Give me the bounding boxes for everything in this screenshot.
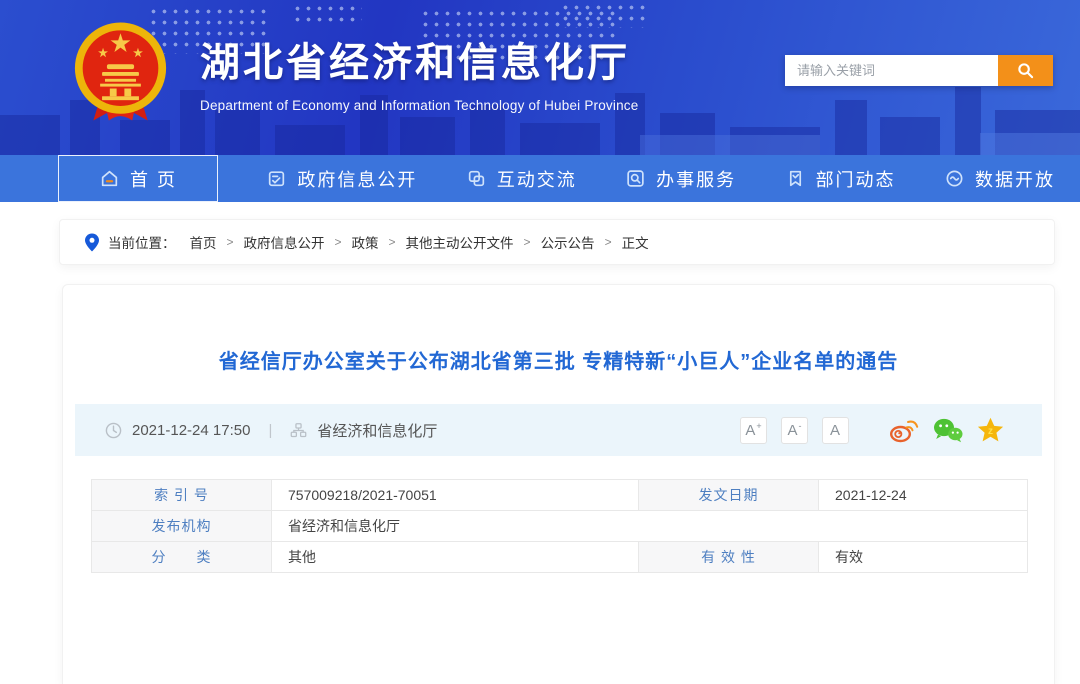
breadcrumb-item-announcements[interactable]: 公示公告 [541, 232, 595, 252]
meta-divider: | [268, 422, 272, 439]
font-size-reset-button[interactable]: A [822, 417, 849, 444]
bookmark-icon [785, 168, 806, 189]
nav-item-services[interactable]: 办事服务 [625, 155, 736, 202]
clock-icon [105, 422, 122, 439]
svg-text:z: z [988, 426, 993, 437]
article-title: 省经信厅办公室关于公布湖北省第三批 专精特新“小巨人”企业名单的通告 [63, 345, 1054, 374]
national-emblem [72, 21, 169, 125]
chat-icon [466, 168, 487, 189]
site-header: 湖北省经济和信息化厅 Department of Economy and Inf… [0, 0, 1080, 155]
search-button[interactable] [998, 55, 1053, 86]
breadcrumb-item-home[interactable]: 首页 [190, 232, 217, 252]
font-size-increase-button[interactable]: A+ [740, 417, 767, 444]
breadcrumb: 当前位置： 首页 > 政府信息公开 > 政策 > 其他主动公开文件 > 公示公告… [59, 219, 1055, 265]
location-pin-icon [85, 233, 99, 252]
article-card: 省经信厅办公室关于公布湖北省第三批 专精特新“小巨人”企业名单的通告 2021-… [62, 284, 1055, 684]
site-title: 湖北省经济和信息化厅 [200, 30, 638, 88]
document-icon [266, 168, 287, 189]
dot-map-decoration [560, 2, 650, 28]
breadcrumb-separator: > [335, 235, 342, 249]
nav-item-home[interactable]: 首 页 [58, 155, 218, 202]
table-row: 索 引 号 757009218/2021-70051 发文日期 2021-12-… [92, 480, 1028, 511]
qzone-share-icon[interactable]: z [977, 417, 1004, 443]
category-label: 分 类 [92, 542, 272, 573]
nav-item-gov-info[interactable]: 政府信息公开 [266, 155, 417, 202]
nav-label: 政府信息公开 [297, 166, 417, 192]
table-row: 发布机构 省经济和信息化厅 [92, 511, 1028, 542]
breadcrumb-item-gov-info[interactable]: 政府信息公开 [244, 232, 325, 252]
publisher-value: 省经济和信息化厅 [272, 511, 1028, 542]
breadcrumb-item-current: 正文 [622, 232, 649, 252]
issue-date-value: 2021-12-24 [819, 480, 1028, 511]
table-row: 分 类 其他 有 效 性 有效 [92, 542, 1028, 573]
index-number-value: 757009218/2021-70051 [272, 480, 639, 511]
document-info-table: 索 引 号 757009218/2021-70051 发文日期 2021-12-… [91, 479, 1028, 573]
dot-map-decoration [292, 3, 362, 25]
validity-label: 有 效 性 [639, 542, 819, 573]
publish-date: 2021-12-24 17:50 [132, 422, 250, 439]
font-size-decrease-button[interactable]: A- [781, 417, 808, 444]
weibo-share-icon[interactable] [889, 417, 919, 443]
organization-icon [290, 422, 307, 439]
main-nav: 首 页 政府信息公开 互动交流 办事服务 [0, 155, 1080, 202]
nav-label: 数据开放 [975, 166, 1055, 192]
search-input[interactable] [785, 55, 998, 86]
site-subtitle-en: Department of Economy and Information Te… [200, 98, 638, 113]
breadcrumb-separator: > [524, 235, 531, 249]
breadcrumb-item-other-docs[interactable]: 其他主动公开文件 [406, 232, 514, 252]
nav-label: 办事服务 [656, 166, 736, 192]
breadcrumb-item-policy[interactable]: 政策 [352, 232, 379, 252]
issue-date-label: 发文日期 [639, 480, 819, 511]
search-icon [1017, 62, 1034, 79]
validity-value: 有效 [819, 542, 1028, 573]
publisher-label: 发布机构 [92, 511, 272, 542]
site-search [785, 55, 1053, 86]
nav-label: 部门动态 [816, 166, 896, 192]
service-search-icon [625, 168, 646, 189]
nav-label: 互动交流 [497, 166, 577, 192]
home-icon [99, 168, 120, 189]
brand-block: 湖北省经济和信息化厅 Department of Economy and Inf… [200, 30, 638, 113]
index-number-label: 索 引 号 [92, 480, 272, 511]
nav-item-interaction[interactable]: 互动交流 [466, 155, 577, 202]
breadcrumb-separator: > [605, 235, 612, 249]
nav-label: 首 页 [130, 166, 177, 192]
wechat-share-icon[interactable] [933, 417, 963, 443]
category-value: 其他 [272, 542, 639, 573]
publish-source: 省经济和信息化厅 [317, 420, 437, 441]
nav-item-department-news[interactable]: 部门动态 [785, 155, 896, 202]
data-wave-icon [944, 168, 965, 189]
breadcrumb-separator: > [227, 235, 234, 249]
nav-item-open-data[interactable]: 数据开放 [944, 155, 1055, 202]
breadcrumb-separator: > [389, 235, 396, 249]
breadcrumb-label: 当前位置： [108, 232, 176, 252]
article-meta-bar: 2021-12-24 17:50 | 省经济和信息化厅 A+ A- A [75, 404, 1042, 456]
